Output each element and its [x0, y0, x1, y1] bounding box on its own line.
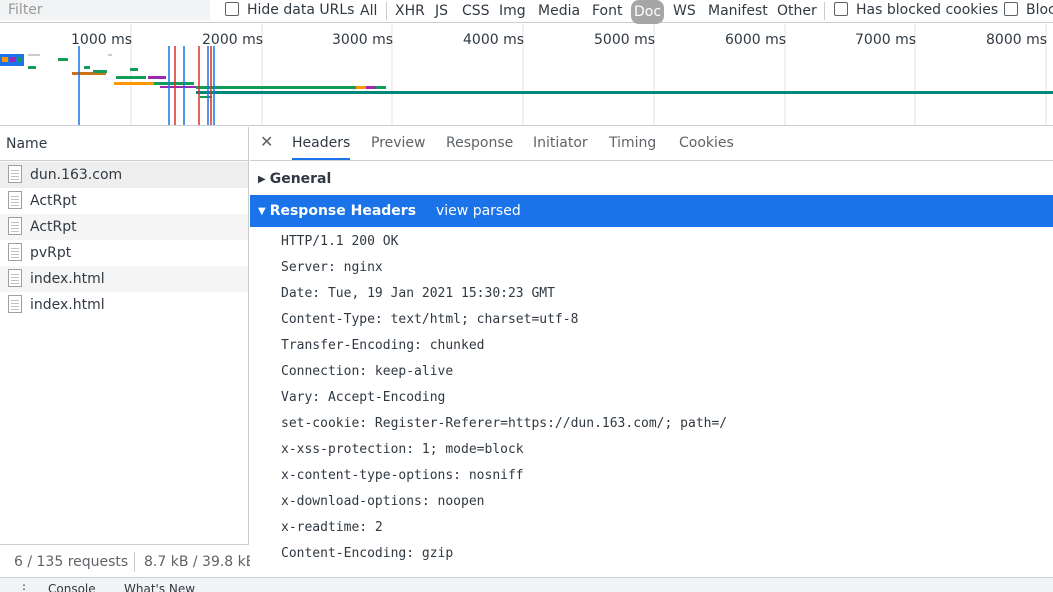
- header-line: x-readtime: 2: [281, 520, 383, 535]
- header-line: Transfer-Encoding: chunked: [281, 338, 485, 353]
- checkbox-icon: [834, 2, 848, 16]
- hide-data-urls-checkbox[interactable]: Hide data URLs: [225, 0, 354, 22]
- document-icon: [8, 295, 22, 313]
- response-headers-list: HTTP/1.1 200 OK Server: nginx Date: Tue,…: [281, 229, 727, 567]
- filter-toolbar: Filter Hide data URLs All XHR JS CSS Img…: [0, 0, 1053, 24]
- tick-label: 1000 ms: [71, 32, 133, 48]
- type-filter-doc[interactable]: Doc: [631, 0, 665, 24]
- drawer-tab-strip: ⋮ Console What's New: [0, 577, 1053, 592]
- blocked-requests-checkbox[interactable]: Bloc: [1004, 0, 1053, 22]
- document-icon: [8, 269, 22, 287]
- header-line: Content-Encoding: gzip: [281, 546, 454, 561]
- tick-label: 3000 ms: [332, 32, 394, 48]
- tab-response[interactable]: Response: [446, 127, 513, 160]
- divider: [386, 2, 387, 20]
- tick-label: 7000 ms: [855, 32, 917, 48]
- tick-label: 2000 ms: [202, 32, 264, 48]
- has-blocked-cookies-checkbox[interactable]: Has blocked cookies: [834, 0, 998, 22]
- tab-preview[interactable]: Preview: [371, 127, 426, 160]
- tab-initiator[interactable]: Initiator: [533, 127, 588, 160]
- name-column-header[interactable]: Name: [0, 127, 248, 161]
- details-tab-bar: ✕ Headers Preview Response Initiator Tim…: [250, 127, 1053, 161]
- type-filter-ws[interactable]: WS: [670, 0, 699, 22]
- header-line: Server: nginx: [281, 260, 383, 275]
- request-details-panel: ✕ Headers Preview Response Initiator Tim…: [250, 127, 1053, 577]
- type-filter-xhr[interactable]: XHR: [392, 0, 428, 22]
- general-section-toggle[interactable]: ▶ General: [250, 167, 331, 191]
- tab-timing[interactable]: Timing: [609, 127, 656, 160]
- request-count: 6 / 135 requests: [14, 554, 129, 570]
- transfer-size: 8.7 kB / 39.8 kB: [144, 554, 256, 570]
- type-filter-js[interactable]: JS: [432, 0, 451, 22]
- divider: [134, 552, 135, 572]
- document-icon: [8, 217, 22, 235]
- type-filter-font[interactable]: Font: [589, 0, 625, 22]
- type-filter-all[interactable]: All: [357, 0, 380, 22]
- filter-input[interactable]: Filter: [0, 0, 210, 20]
- type-filter-media[interactable]: Media: [535, 0, 583, 22]
- response-headers-section-toggle[interactable]: ▼ Response Headers view parsed: [250, 195, 1053, 227]
- header-line: Date: Tue, 19 Jan 2021 15:30:23 GMT: [281, 286, 555, 301]
- checkbox-icon: [225, 2, 239, 16]
- header-line: x-content-type-options: nosniff: [281, 468, 524, 483]
- document-icon: [8, 165, 22, 183]
- type-filter-manifest[interactable]: Manifest: [705, 0, 771, 22]
- tab-headers[interactable]: Headers: [292, 127, 351, 160]
- header-line: Content-Type: text/html; charset=utf-8: [281, 312, 579, 327]
- type-filter-other[interactable]: Other: [774, 0, 820, 22]
- checkbox-icon: [1004, 2, 1018, 16]
- request-row[interactable]: ActRpt: [0, 188, 248, 214]
- header-line: set-cookie: Register-Referer=https://dun…: [281, 416, 728, 431]
- tick-label: 5000 ms: [594, 32, 656, 48]
- header-line: x-xss-protection: 1; mode=block: [281, 442, 524, 457]
- triangle-down-icon: ▼: [258, 206, 266, 217]
- summary-status-bar: 6 / 135 requests 8.7 kB / 39.8 kB: [0, 544, 255, 578]
- tab-cookies[interactable]: Cookies: [679, 127, 734, 160]
- close-icon[interactable]: ✕: [260, 132, 273, 151]
- kebab-menu-icon[interactable]: ⋮: [18, 582, 30, 592]
- header-line: x-download-options: noopen: [281, 494, 485, 509]
- view-parsed-link[interactable]: view parsed: [436, 195, 521, 227]
- drawer-tab-console[interactable]: Console: [48, 582, 96, 592]
- drawer-tab-whats-new[interactable]: What's New: [124, 582, 195, 592]
- type-filter-img[interactable]: Img: [496, 0, 529, 22]
- triangle-right-icon: ▶: [258, 174, 266, 185]
- network-overview[interactable]: 1000 ms 2000 ms 3000 ms 4000 ms 5000 ms …: [0, 24, 1053, 126]
- request-row[interactable]: ActRpt: [0, 214, 248, 240]
- tick-label: 4000 ms: [463, 32, 525, 48]
- header-line: HTTP/1.1 200 OK: [281, 234, 399, 249]
- request-row[interactable]: pvRpt: [0, 240, 248, 266]
- tick-label: 8000 ms: [986, 32, 1048, 48]
- header-line: Connection: keep-alive: [281, 364, 454, 379]
- divider: [824, 2, 825, 20]
- document-icon: [8, 243, 22, 261]
- tick-label: 6000 ms: [725, 32, 787, 48]
- request-list-panel: Name dun.163.com ActRpt ActRpt pvRpt ind…: [0, 127, 255, 592]
- header-line: Vary: Accept-Encoding: [281, 390, 446, 405]
- request-row[interactable]: index.html: [0, 292, 248, 318]
- type-filter-css[interactable]: CSS: [459, 0, 493, 22]
- request-row[interactable]: index.html: [0, 266, 248, 292]
- request-row[interactable]: dun.163.com: [0, 162, 248, 188]
- document-icon: [8, 191, 22, 209]
